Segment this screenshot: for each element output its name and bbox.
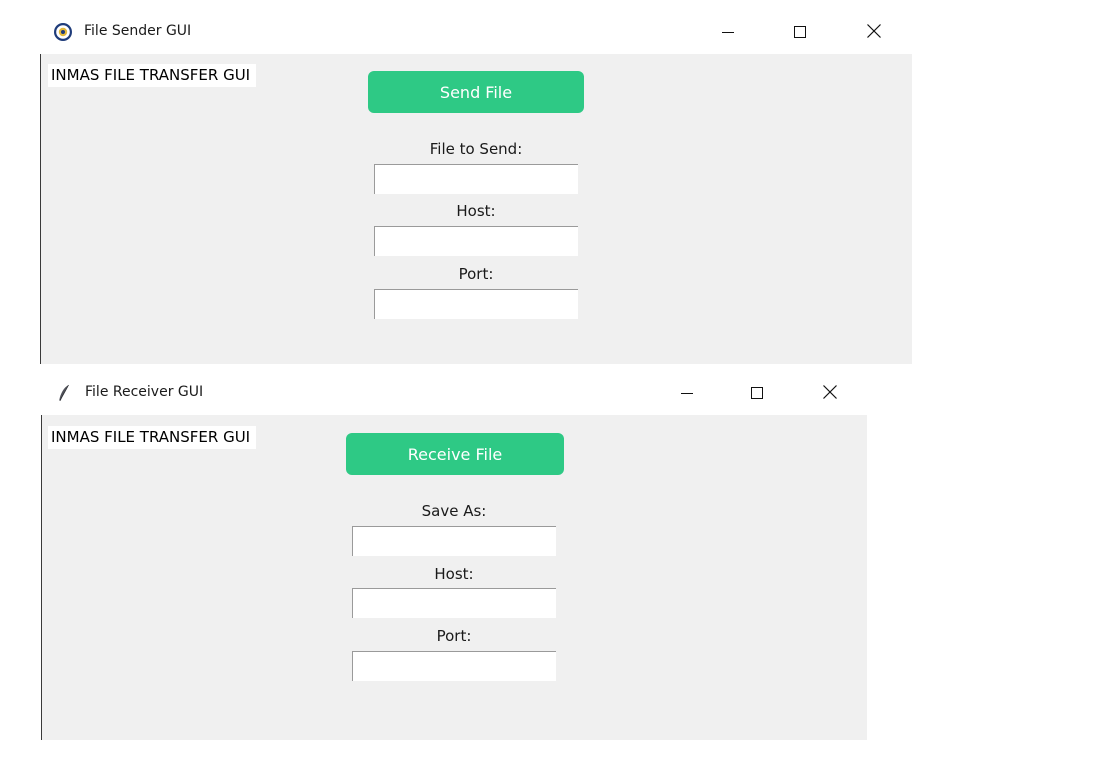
save-as-label: Save As: (421, 502, 487, 520)
close-button[interactable] (807, 371, 853, 415)
window-border (40, 54, 41, 364)
port-input[interactable] (352, 651, 556, 681)
maximize-button[interactable] (777, 10, 823, 54)
app-label: INMAS FILE TRANSFER GUI (48, 426, 257, 449)
file-to-send-input[interactable] (374, 164, 578, 194)
maximize-icon (751, 384, 763, 403)
host-label: Host: (434, 565, 474, 583)
receiver-content: INMAS FILE TRANSFER GUI Receive File Sav… (41, 415, 867, 740)
port-label: Port: (458, 265, 494, 283)
close-icon (867, 23, 881, 42)
close-button[interactable] (851, 10, 897, 54)
send-file-button[interactable]: Send File (368, 71, 584, 113)
minimize-icon (722, 23, 734, 42)
sender-titlebar[interactable]: File Sender GUI (40, 10, 912, 54)
feather-icon (54, 383, 74, 403)
file-to-send-label: File to Send: (429, 140, 523, 158)
receiver-window: File Receiver GUI INMAS FILE TRANSFER GU… (41, 371, 867, 740)
minimize-button[interactable] (664, 371, 710, 415)
maximize-button[interactable] (734, 371, 780, 415)
sender-content: INMAS FILE TRANSFER GUI Send File File t… (40, 54, 912, 364)
host-input[interactable] (374, 226, 578, 256)
receiver-titlebar[interactable]: File Receiver GUI (41, 371, 867, 415)
close-icon (823, 384, 837, 403)
window-border (41, 415, 42, 740)
minimize-button[interactable] (705, 10, 751, 54)
globe-seal-icon (53, 22, 73, 42)
save-as-input[interactable] (352, 526, 556, 556)
window-title: File Sender GUI (84, 23, 192, 39)
sender-window: File Sender GUI INMAS FILE TRANSFER GUI … (40, 10, 912, 364)
receive-file-button[interactable]: Receive File (346, 433, 564, 475)
host-input[interactable] (352, 588, 556, 618)
minimize-icon (681, 384, 693, 403)
window-title: File Receiver GUI (85, 384, 204, 400)
maximize-icon (794, 23, 806, 42)
app-label: INMAS FILE TRANSFER GUI (48, 64, 257, 87)
port-label: Port: (436, 627, 472, 645)
port-input[interactable] (374, 289, 578, 319)
host-label: Host: (456, 202, 496, 220)
